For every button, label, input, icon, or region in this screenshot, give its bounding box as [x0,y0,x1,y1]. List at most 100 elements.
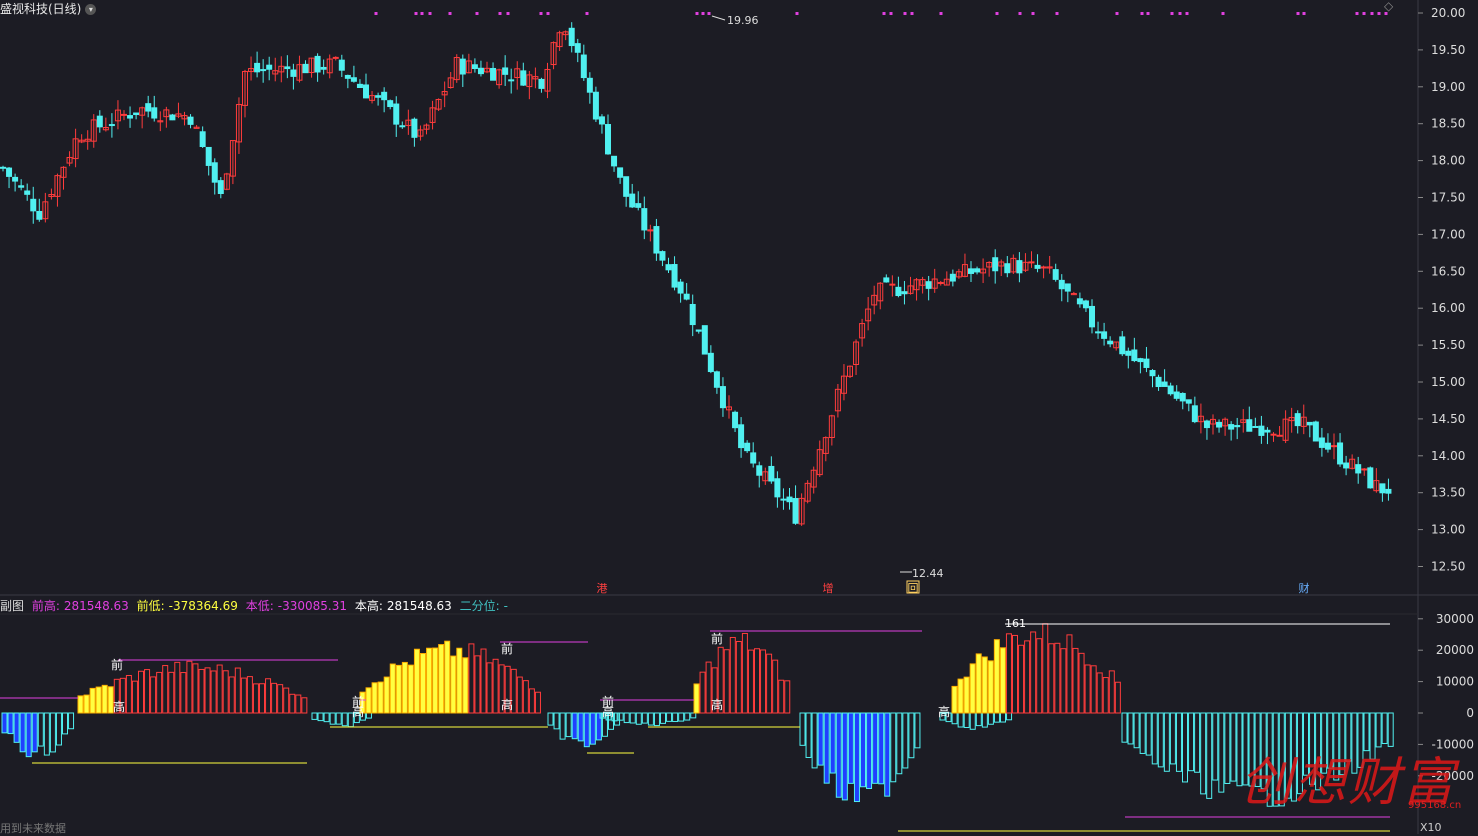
sub-bar-negative [31,712,38,753]
candle-body [1016,260,1023,274]
sub-peak-label: 161 [1005,617,1026,630]
sub-bar-positive [222,670,229,714]
candle-body [1270,433,1277,436]
sub-bar-negative [559,712,566,740]
candle-body [1294,413,1301,427]
sub-bar-positive [1054,642,1061,714]
sub-bar-positive [150,676,157,714]
sub-bar-negative [860,712,866,788]
sub-bar-positive [474,655,481,714]
signal-dot [546,12,550,15]
sub-bar-negative [799,712,806,746]
sub-bar-positive [83,694,90,714]
candle-body [1306,421,1313,426]
candle-body [1312,421,1319,442]
sub-bar-positive [234,667,241,714]
sub-bar-negative [987,712,994,725]
bar-label-gao: 高 [501,697,513,712]
sub-bar-positive [138,670,144,714]
candle-body [895,286,902,297]
bar-label-gao: 高 [938,704,950,719]
candle-body [629,193,636,208]
candle-body [883,277,890,283]
sub-bar-negative [969,712,976,730]
sub-bar-positive [295,694,302,714]
sub-bar-positive [760,649,767,714]
signal-dot [1115,12,1119,15]
signal-dot [795,12,799,15]
sub-bar-negative [1145,712,1152,756]
candle-body [1119,336,1126,355]
signal-dot [585,12,589,15]
sub-bar-negative [365,712,372,719]
sub-bar-negative [884,712,891,797]
candle-body [677,281,684,294]
candle-body [36,210,43,220]
y-tick-label: 20.00 [1431,6,1465,20]
signal-dot [707,12,711,15]
sub-bar-positive [1036,638,1043,714]
sub-bar-positive [1012,634,1018,714]
sub-bar-positive [699,671,706,714]
sub-bar-negative [1139,712,1146,754]
sub-bar-negative [866,712,873,789]
sub-bar-positive [1084,664,1091,714]
sub-bar-positive [240,677,247,714]
candle-body [1367,467,1374,489]
candle-body [320,66,327,70]
candle-body [683,293,690,300]
candle-body [211,162,218,183]
sub-bar-positive [957,678,964,714]
signal-dot [428,12,432,15]
candle-body [756,465,763,476]
sub-bar-positive [1114,681,1121,714]
candle-body [1361,468,1368,471]
sub-bar-positive [420,653,426,714]
candle-body [617,167,624,178]
y-tick-label: 17.00 [1431,227,1465,241]
y-tick-label: 16.00 [1431,301,1465,315]
sub-bar-negative [583,712,590,748]
candle-body [1052,269,1059,280]
candle-body [127,115,134,119]
signal-dot [475,12,479,15]
candle-body [490,67,497,81]
candle-body [1203,420,1210,429]
candle-body [1385,488,1392,494]
candle-body [411,118,418,138]
candle-body [12,176,19,182]
signal-dot [939,12,943,15]
sub-bar-positive [413,648,420,714]
sub-bar-positive [993,639,1000,714]
candle-body [1089,305,1095,328]
low-price-label: 12.44 [912,567,944,580]
watermark-url: 995168.cn [1408,800,1462,811]
sub-bar-negative [1169,712,1176,765]
sub-bar-positive [735,640,742,714]
sub-bar-negative [311,712,318,720]
candle-body [30,198,37,212]
sub-bar-positive [174,661,181,714]
bar-label-qian: 前 [501,641,513,656]
sub-bar-negative [653,712,660,727]
candle-body [96,115,103,128]
sub-y-tick-label: 10000 [1436,675,1474,689]
candle-body [774,478,781,498]
sub-bar-positive [1042,623,1049,714]
sub-bar-negative [890,712,897,783]
sub-bar-positive [747,649,754,714]
sub-bar-positive [265,678,272,714]
candle-body [1125,350,1132,356]
ben-di-value: -330085.31 [277,599,348,613]
sub-bar-negative [317,712,324,722]
sub-bar-positive [766,653,773,714]
candle-body [719,386,726,409]
sub-bar-positive [89,687,96,714]
candle-body [1161,381,1168,387]
zoom-level[interactable]: X10 [1420,821,1442,834]
sub-bar-positive [981,656,988,714]
sub-chart-name[interactable]: 副图 [0,599,24,613]
sub-bar-positive [1078,652,1085,714]
qian-gao-label: 前高: [31,599,60,613]
candle-body [332,56,339,59]
